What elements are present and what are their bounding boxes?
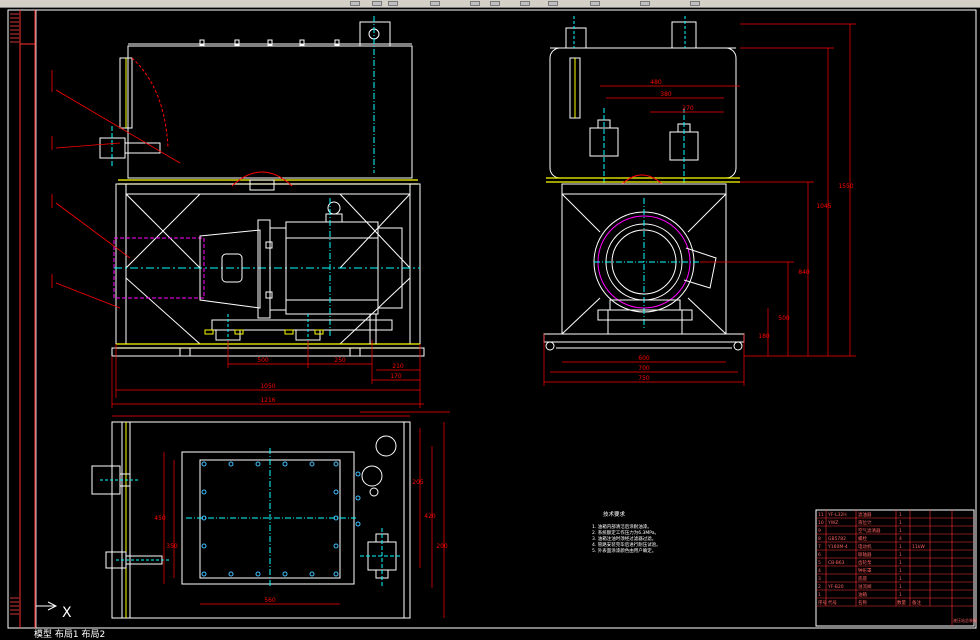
bom-header-qty: 数量 <box>897 599 906 606</box>
toolbar-button[interactable] <box>470 1 480 6</box>
bom-cell: 8 <box>818 536 821 542</box>
bom-cell: 10 <box>818 520 824 526</box>
bom-cell: CB-B63 <box>828 560 845 566</box>
bom-cell: 1 <box>899 512 902 518</box>
dim-plan-right-a: 205 <box>412 479 424 486</box>
bom-cell: 底座 <box>858 575 867 582</box>
notes-line-5: 5. 外表面涂漆颜色由用户确定。 <box>592 547 656 554</box>
bom-cell: 1 <box>899 568 902 574</box>
bom-cell: 液位计 <box>858 519 872 526</box>
dim-plan-width: 560 <box>264 597 276 604</box>
bom-cell: 9 <box>818 528 821 534</box>
dim-side-width-b: 700 <box>638 365 650 372</box>
dim-side-height-c: 500 <box>778 315 790 322</box>
toolbar-button[interactable] <box>490 1 500 6</box>
bom-header-no: 序号 <box>818 599 827 606</box>
bom-cell: 1 <box>899 584 902 590</box>
bom-cell: 油箱 <box>858 591 867 598</box>
toolbar <box>0 0 980 8</box>
bom-header-name: 名称 <box>858 599 867 606</box>
bom-cell: 滤油器 <box>858 511 872 518</box>
drawing-canvas[interactable]: 500 250 210 170 1050 1216 480 380 270 60… <box>0 8 980 640</box>
toolbar-button[interactable] <box>690 1 700 6</box>
dim-plan-height-b: 350 <box>166 543 178 550</box>
dim-side-height-d: 180 <box>758 333 770 340</box>
bom-cell: 钟形罩 <box>858 567 872 574</box>
bom-cell: 1 <box>899 552 902 558</box>
bom-cell: 6 <box>818 552 821 558</box>
dim-side-width-c: 750 <box>638 375 650 382</box>
bom-cell: 1 <box>899 560 902 566</box>
bom-cell: 5 <box>818 560 821 566</box>
bom-cell: 11kW <box>912 544 925 550</box>
bom-cell: 1 <box>818 592 821 598</box>
bom-cell: 3 <box>818 576 821 582</box>
dim-front-span-a: 500 <box>257 357 269 364</box>
bom-cell: 1 <box>899 592 902 598</box>
notes-line-2: 2. 系统额定工作压力为6.3MPa。 <box>592 529 659 536</box>
notes-line-4: 4. 管路安装完毕后进行耐压试验。 <box>592 541 661 548</box>
ucs-x-label: X <box>62 605 72 621</box>
bom-cell: YWZ <box>827 520 838 526</box>
dim-plan-height-a: 450 <box>154 515 166 522</box>
dim-front-span-c: 210 <box>392 363 404 370</box>
bom-cell: 空气滤清器 <box>858 527 881 534</box>
dim-side-height-b: 840 <box>798 269 810 276</box>
toolbar-button[interactable] <box>520 1 530 6</box>
notes-line-1: 1. 油箱内部清洁后涂耐油漆。 <box>592 523 652 530</box>
bom-cell: 齿轮泵 <box>858 559 872 566</box>
toolbar-button[interactable] <box>350 1 360 6</box>
bom-cell: 1 <box>899 576 902 582</box>
dim-side-height-a: 1045 <box>816 203 831 210</box>
dim-side-top-c: 270 <box>682 105 694 112</box>
bom-cell: 4 <box>899 536 902 542</box>
toolbar-button[interactable] <box>388 1 398 6</box>
toolbar-button[interactable] <box>430 1 440 6</box>
bom-header-code: 代号 <box>828 599 837 606</box>
dim-front-width-base: 1050 <box>260 383 275 390</box>
bom-cell: 溢流阀 <box>858 583 872 590</box>
notes-title: 技术要求 <box>603 510 626 518</box>
title-block-name: 液压站总装图 <box>953 617 977 623</box>
dim-front-span-d: 170 <box>390 373 402 380</box>
dim-side-height-total: 1550 <box>838 183 853 190</box>
bom-cell: GB5782 <box>828 536 846 542</box>
cad-drawing: 500 250 210 170 1050 1216 480 380 270 60… <box>0 8 980 632</box>
bom-cell: 1 <box>899 528 902 534</box>
dim-front-span-b: 250 <box>334 357 346 364</box>
bom-cell: YF-L32H <box>827 512 847 518</box>
dim-plan-right-b: 420 <box>424 513 436 520</box>
bom-cell: 4 <box>818 568 821 574</box>
bom-cell: YF-B20 <box>827 584 844 590</box>
dim-side-top-b: 380 <box>660 91 672 98</box>
toolbar-button[interactable] <box>372 1 382 6</box>
bom-cell: Y160M-4 <box>827 544 848 550</box>
dim-front-width-total: 1216 <box>260 397 275 404</box>
notes-line-3: 3. 油箱注油时须经过滤器过滤。 <box>592 535 656 542</box>
bom-cell: 螺栓 <box>858 535 867 542</box>
bom-cell: 联轴器 <box>858 551 872 558</box>
toolbar-button[interactable] <box>640 1 650 6</box>
dim-plan-right-c: 200 <box>436 543 448 550</box>
bom-cell: 7 <box>818 544 821 550</box>
dim-side-width-a: 600 <box>638 355 650 362</box>
bom-cell: 11 <box>818 512 824 518</box>
toolbar-button[interactable] <box>548 1 558 6</box>
toolbar-button[interactable] <box>590 1 600 6</box>
bom-cell: 2 <box>818 584 821 590</box>
bom-header-remark: 备注 <box>912 599 921 606</box>
bom-cell: 1 <box>899 520 902 526</box>
bom-cell: 电动机 <box>858 543 872 550</box>
dim-side-top-a: 480 <box>650 79 662 86</box>
bom-cell: 1 <box>899 544 902 550</box>
